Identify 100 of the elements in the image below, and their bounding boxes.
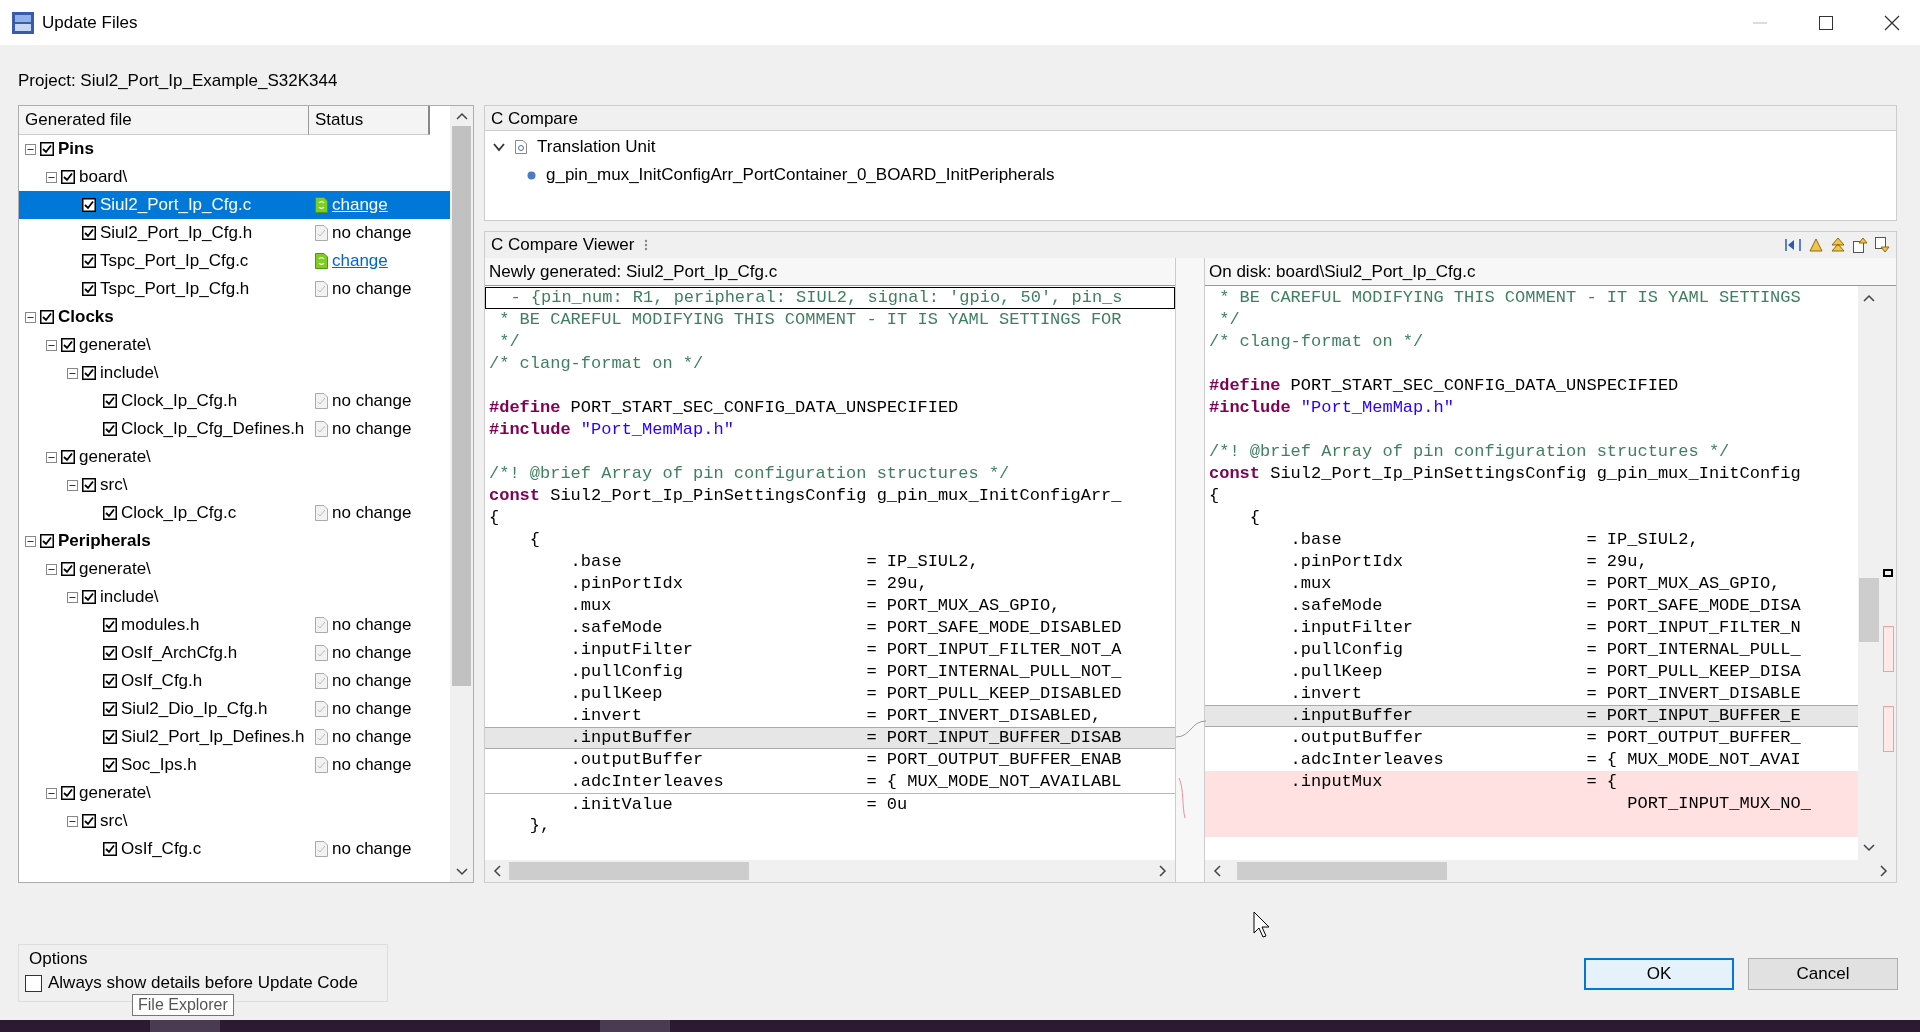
tree-row[interactable]: generate\ <box>19 555 450 583</box>
checkbox[interactable] <box>82 366 96 380</box>
ruler-marker[interactable] <box>1883 706 1894 752</box>
checkbox[interactable] <box>103 674 117 688</box>
scroll-up-icon[interactable] <box>1863 294 1875 302</box>
checkbox[interactable] <box>82 282 96 296</box>
scroll-thumb[interactable] <box>1237 862 1447 880</box>
scroll-down-icon[interactable] <box>455 868 468 876</box>
collapse-icon[interactable] <box>46 339 57 351</box>
double-up-icon[interactable] <box>1830 237 1846 253</box>
checkbox[interactable] <box>103 422 117 436</box>
checkbox[interactable] <box>40 310 54 324</box>
close-icon[interactable] <box>1884 14 1900 31</box>
ruler-marker[interactable] <box>1883 569 1893 577</box>
page-down-icon[interactable] <box>1874 237 1890 253</box>
dialog-button[interactable]: Cancel <box>1748 958 1898 990</box>
checkbox[interactable] <box>61 338 75 352</box>
checkbox[interactable] <box>103 758 117 772</box>
collapse-icon[interactable] <box>46 563 57 575</box>
tree-row[interactable]: modules.h no change <box>19 611 450 639</box>
scroll-left-icon[interactable] <box>1213 865 1221 877</box>
tree-row[interactable]: include\ <box>19 583 450 611</box>
tree-row[interactable]: Peripherals <box>19 527 450 555</box>
scroll-down-icon[interactable] <box>1863 844 1875 852</box>
tree-row[interactable]: board\ <box>19 163 450 191</box>
tree-row[interactable]: Clock_Ip_Cfg.c no change <box>19 499 450 527</box>
tree-item-label[interactable]: Translation Unit <box>537 137 656 157</box>
collapse-icon[interactable] <box>25 311 36 323</box>
checkbox[interactable] <box>82 198 96 212</box>
scroll-thumb[interactable] <box>1859 578 1879 642</box>
status-link[interactable]: change <box>332 251 388 271</box>
code-editor[interactable] <box>485 286 1175 860</box>
page-up-icon[interactable] <box>1852 237 1868 253</box>
checkbox[interactable] <box>82 478 96 492</box>
tree-row[interactable]: Clock_Ip_Cfg_Defines.h no change <box>19 415 450 443</box>
scroll-right-icon[interactable] <box>1880 865 1888 877</box>
checkbox[interactable] <box>61 562 75 576</box>
tree-row[interactable]: Clock_Ip_Cfg.h no change <box>19 387 450 415</box>
collapse-icon[interactable] <box>25 535 36 547</box>
tree-row[interactable]: src\ <box>19 807 450 835</box>
column-header[interactable]: Status <box>309 106 430 135</box>
maximize-icon[interactable] <box>1818 14 1834 31</box>
checkbox[interactable] <box>103 506 117 520</box>
collapse-icon[interactable] <box>67 591 78 603</box>
tree-row[interactable]: Tspc_Port_Ip_Cfg.c change <box>19 247 450 275</box>
status-link[interactable]: change <box>332 195 388 215</box>
checkbox[interactable] <box>103 394 117 408</box>
bars-arrow-icon[interactable] <box>1784 237 1802 253</box>
checkbox-label[interactable]: Always show details before Update Code <box>48 973 358 993</box>
checkbox[interactable] <box>82 226 96 240</box>
scroll-left-icon[interactable] <box>493 865 501 877</box>
column-header[interactable]: Generated file <box>19 106 309 135</box>
chevron-icon[interactable] <box>493 141 505 153</box>
collapse-icon[interactable] <box>67 367 78 379</box>
checkbox[interactable] <box>25 974 42 992</box>
tree-row[interactable]: Siul2_Port_Ip_Cfg.c change <box>19 191 450 219</box>
tree-row[interactable]: Tspc_Port_Ip_Cfg.h no change <box>19 275 450 303</box>
tree-row[interactable]: Soc_Ips.h no change <box>19 751 450 779</box>
checkbox[interactable] <box>103 646 117 660</box>
tree-row[interactable]: generate\ <box>19 443 450 471</box>
ruler-marker[interactable] <box>1883 626 1894 672</box>
scroll-thumb[interactable] <box>452 126 471 686</box>
scroll-thumb[interactable] <box>509 862 749 880</box>
triangle-up-icon[interactable] <box>1808 237 1824 253</box>
tree-row[interactable]: OsIf_ArchCfg.h no change <box>19 639 450 667</box>
tree-row[interactable]: Siul2_Port_Ip_Cfg.h no change <box>19 219 450 247</box>
tree-row[interactable]: include\ <box>19 359 450 387</box>
checkbox[interactable] <box>61 450 75 464</box>
tree-item-label[interactable]: g_pin_mux_InitConfigArr_PortContainer_0_BOARD_InitPeripherals <box>546 165 1055 185</box>
tree-row[interactable]: OsIf_Cfg.h no change <box>19 667 450 695</box>
dialog-button[interactable]: OK <box>1584 958 1734 990</box>
checkbox[interactable] <box>103 730 117 744</box>
tree-row[interactable]: generate\ <box>19 331 450 359</box>
tree-row[interactable]: generate\ <box>19 779 450 807</box>
checkbox[interactable] <box>40 142 54 156</box>
checkbox[interactable] <box>103 618 117 632</box>
collapse-icon[interactable] <box>46 171 57 183</box>
checkbox[interactable] <box>82 590 96 604</box>
collapse-icon[interactable] <box>67 815 78 827</box>
collapse-icon[interactable] <box>25 143 36 155</box>
checkbox[interactable] <box>103 702 117 716</box>
tree-row[interactable]: src\ <box>19 471 450 499</box>
checkbox[interactable] <box>103 842 117 856</box>
checkbox[interactable] <box>61 170 75 184</box>
checkbox[interactable] <box>82 254 96 268</box>
tree-row[interactable]: Siul2_Dio_Ip_Cfg.h no change <box>19 695 450 723</box>
tree-row[interactable]: Clocks <box>19 303 450 331</box>
code-editor[interactable] <box>1205 286 1858 860</box>
vertical-scrollbar[interactable] <box>450 106 473 882</box>
collapse-icon[interactable] <box>46 451 57 463</box>
scroll-right-icon[interactable] <box>1159 865 1167 877</box>
tree-row[interactable]: Pins <box>19 135 450 163</box>
collapse-icon[interactable] <box>67 479 78 491</box>
scroll-up-icon[interactable] <box>455 112 468 120</box>
tree-row[interactable]: Siul2_Port_Ip_Defines.h no change <box>19 723 450 751</box>
tree-row[interactable]: OsIf_Cfg.c no change <box>19 835 450 863</box>
collapse-icon[interactable] <box>46 787 57 799</box>
checkbox[interactable] <box>61 786 75 800</box>
checkbox[interactable] <box>82 814 96 828</box>
checkbox[interactable] <box>40 534 54 548</box>
